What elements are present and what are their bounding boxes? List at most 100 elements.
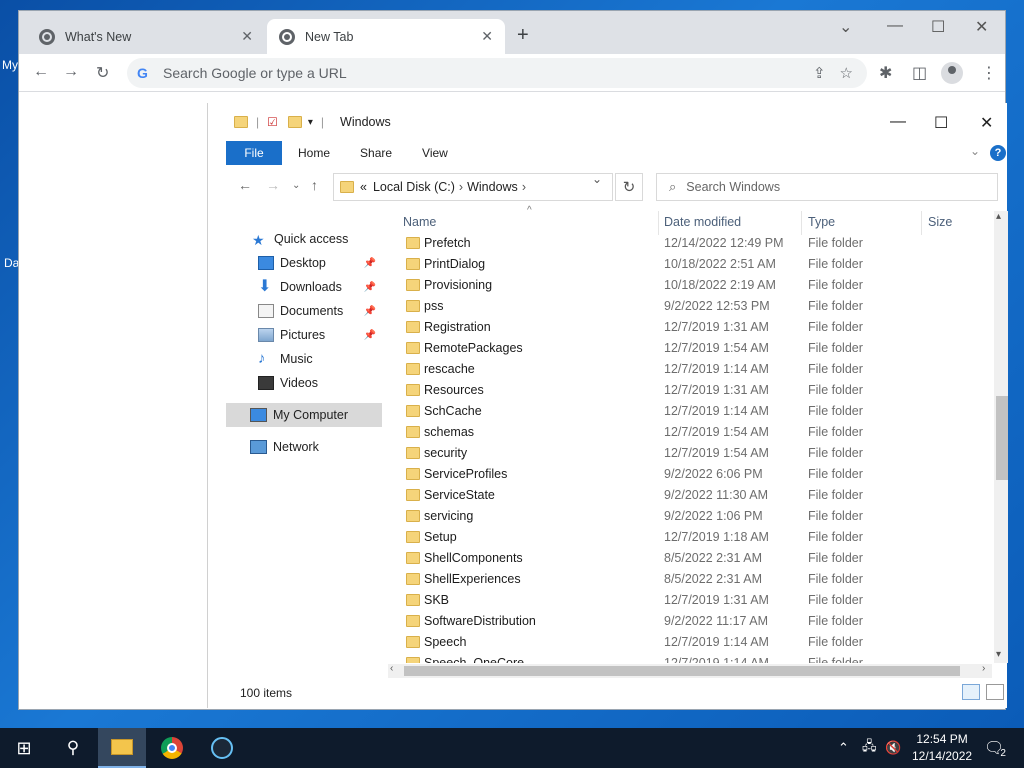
- tab-file[interactable]: File: [226, 141, 282, 165]
- table-row[interactable]: ShellComponents 8/5/2022 2:31 AM File fold…: [388, 548, 988, 569]
- table-row[interactable]: SchCache 12/7/2019 1:14 AM File folder: [388, 401, 988, 422]
- properties-icon[interactable]: ☑: [267, 115, 278, 129]
- table-row[interactable]: Resources 12/7/2019 1:31 AM File folder: [388, 380, 988, 401]
- breadcrumb-local-disk[interactable]: Local Disk (C:): [373, 180, 455, 194]
- extensions-icon[interactable]: ✱: [879, 63, 892, 83]
- nav-item-pictures[interactable]: Pictures 📌: [226, 323, 382, 347]
- pin-icon[interactable]: 📌: [364, 330, 376, 341]
- close-icon[interactable]: ✕: [241, 28, 253, 45]
- column-size[interactable]: Size: [928, 215, 952, 229]
- close-icon[interactable]: ✕: [481, 28, 493, 45]
- maximize-button[interactable]: ☐: [931, 17, 945, 37]
- scrollbar-thumb[interactable]: [404, 666, 960, 676]
- table-row[interactable]: SKB 12/7/2019 1:31 AM File folder: [388, 590, 988, 611]
- details-view-icon[interactable]: [962, 684, 980, 700]
- table-row[interactable]: Speech_OneCore 12/7/2019 1:14 AM File fold…: [388, 653, 988, 663]
- large-icons-view-icon[interactable]: [986, 684, 1004, 700]
- omnibox[interactable]: G Search Google or type a URL ⇪ ☆: [127, 58, 867, 88]
- table-row[interactable]: Prefetch 12/14/2022 12:49 PM File folder: [388, 233, 988, 254]
- scrollbar-thumb[interactable]: [996, 396, 1008, 480]
- star-icon[interactable]: ☆: [840, 64, 853, 82]
- horizontal-scrollbar[interactable]: ‹ ›: [388, 663, 992, 678]
- notification-icon[interactable]: 🗨 2: [984, 728, 1006, 768]
- table-row[interactable]: pss 9/2/2022 12:53 PM File folder: [388, 296, 988, 317]
- close-button[interactable]: ✕: [975, 17, 988, 37]
- scroll-right-icon[interactable]: ›: [982, 663, 985, 674]
- nav-quick-access[interactable]: ★ Quick access: [226, 227, 382, 251]
- column-type[interactable]: Type: [808, 215, 835, 229]
- nav-item-videos[interactable]: Videos: [226, 371, 382, 395]
- side-panel-icon[interactable]: ◫: [912, 63, 927, 83]
- forward-icon[interactable]: →: [63, 63, 79, 81]
- table-row[interactable]: security 12/7/2019 1:54 AM File folder: [388, 443, 988, 464]
- tab-view[interactable]: View: [422, 146, 448, 160]
- network-icon[interactable]: 🖧: [862, 728, 877, 768]
- tab-whats-new[interactable]: What's New ✕: [27, 19, 265, 54]
- tab-new-tab[interactable]: New Tab ✕: [267, 19, 505, 54]
- table-row[interactable]: rescache 12/7/2019 1:14 AM File folder: [388, 359, 988, 380]
- address-dropdown-icon[interactable]: ⌄: [592, 172, 602, 186]
- maximize-button[interactable]: ☐: [934, 113, 948, 133]
- table-row[interactable]: Provisioning 10/18/2022 2:19 AM File folde…: [388, 275, 988, 296]
- nav-item-my-computer[interactable]: My Computer: [226, 403, 382, 427]
- table-row[interactable]: Speech 12/7/2019 1:14 AM File folder: [388, 632, 988, 653]
- expand-ribbon-icon[interactable]: ⌄: [970, 144, 980, 158]
- table-row[interactable]: RemotePackages 12/7/2019 1:54 AM File fold…: [388, 338, 988, 359]
- volume-muted-icon[interactable]: 🔇: [885, 728, 901, 768]
- close-button[interactable]: ✕: [980, 113, 993, 133]
- up-icon[interactable]: ↑: [311, 177, 318, 193]
- clock[interactable]: 12:54 PM 12/14/2022: [912, 731, 972, 765]
- scroll-left-icon[interactable]: ‹: [390, 663, 393, 674]
- scroll-down-icon[interactable]: ▾: [996, 649, 1001, 660]
- windows-start-icon[interactable]: ⊞: [0, 728, 48, 768]
- recent-locations-icon[interactable]: ⌄: [292, 180, 300, 191]
- column-name[interactable]: Name: [403, 215, 436, 229]
- pin-icon[interactable]: 📌: [364, 306, 376, 317]
- column-date[interactable]: Date modified: [664, 215, 741, 229]
- table-row[interactable]: ServiceProfiles 9/2/2022 6:06 PM File fold…: [388, 464, 988, 485]
- minimize-button[interactable]: —: [887, 17, 903, 35]
- table-row[interactable]: Setup 12/7/2019 1:18 AM File folder: [388, 527, 988, 548]
- chevron-right-icon[interactable]: ›: [459, 180, 463, 194]
- breadcrumb-windows[interactable]: Windows: [467, 180, 518, 194]
- menu-icon[interactable]: ⋮: [981, 63, 997, 83]
- chevron-down-icon[interactable]: ⌄: [839, 17, 852, 37]
- chevron-right-icon[interactable]: ›: [522, 180, 526, 194]
- address-bar[interactable]: « Local Disk (C:) › Windows ›: [333, 173, 613, 201]
- back-icon[interactable]: ←: [238, 177, 252, 193]
- file-explorer-taskbar-button[interactable]: [98, 728, 146, 768]
- show-hidden-icons[interactable]: ⌃: [838, 728, 849, 768]
- table-row[interactable]: Registration 12/7/2019 1:31 AM File folder: [388, 317, 988, 338]
- table-row[interactable]: schemas 12/7/2019 1:54 AM File folder: [388, 422, 988, 443]
- help-icon[interactable]: ?: [990, 145, 1006, 161]
- steam-taskbar-button[interactable]: [198, 728, 246, 768]
- table-row[interactable]: PrintDialog 10/18/2022 2:51 AM File folder: [388, 254, 988, 275]
- tab-home[interactable]: Home: [298, 146, 330, 160]
- search-input[interactable]: ⌕ Search Windows: [656, 173, 998, 201]
- new-folder-icon[interactable]: [287, 116, 302, 128]
- profile-avatar[interactable]: [941, 62, 963, 84]
- forward-icon[interactable]: →: [266, 177, 280, 193]
- nav-item-downloads[interactable]: ⬇ Downloads 📌: [226, 275, 382, 299]
- desktop-label[interactable]: My: [2, 58, 18, 72]
- nav-item-music[interactable]: ♪ Music: [226, 347, 382, 371]
- nav-item-documents[interactable]: Documents 📌: [226, 299, 382, 323]
- new-tab-button[interactable]: +: [517, 24, 529, 47]
- pin-icon[interactable]: 📌: [364, 282, 376, 293]
- share-icon[interactable]: ⇪: [813, 64, 826, 82]
- nav-item-network[interactable]: Network: [226, 435, 382, 459]
- scroll-up-icon[interactable]: ▴: [996, 211, 1001, 222]
- minimize-button[interactable]: —: [890, 113, 906, 131]
- table-row[interactable]: ServiceState 9/2/2022 11:30 AM File folder: [388, 485, 988, 506]
- pin-icon[interactable]: 📌: [364, 258, 376, 269]
- table-row[interactable]: servicing 9/2/2022 1:06 PM File folder: [388, 506, 988, 527]
- nav-item-desktop[interactable]: Desktop 📌: [226, 251, 382, 275]
- customize-chevron-icon[interactable]: ▾: [308, 117, 313, 128]
- back-icon[interactable]: ←: [33, 63, 49, 81]
- table-row[interactable]: ShellExperiences 8/5/2022 2:31 AM File fol…: [388, 569, 988, 590]
- refresh-button[interactable]: ↻: [615, 173, 643, 201]
- breadcrumb-prefix[interactable]: «: [360, 180, 367, 194]
- table-row[interactable]: SoftwareDistribution 9/2/2022 11:17 AM Fil…: [388, 611, 988, 632]
- tab-share[interactable]: Share: [360, 146, 392, 160]
- chrome-taskbar-button[interactable]: [148, 728, 196, 768]
